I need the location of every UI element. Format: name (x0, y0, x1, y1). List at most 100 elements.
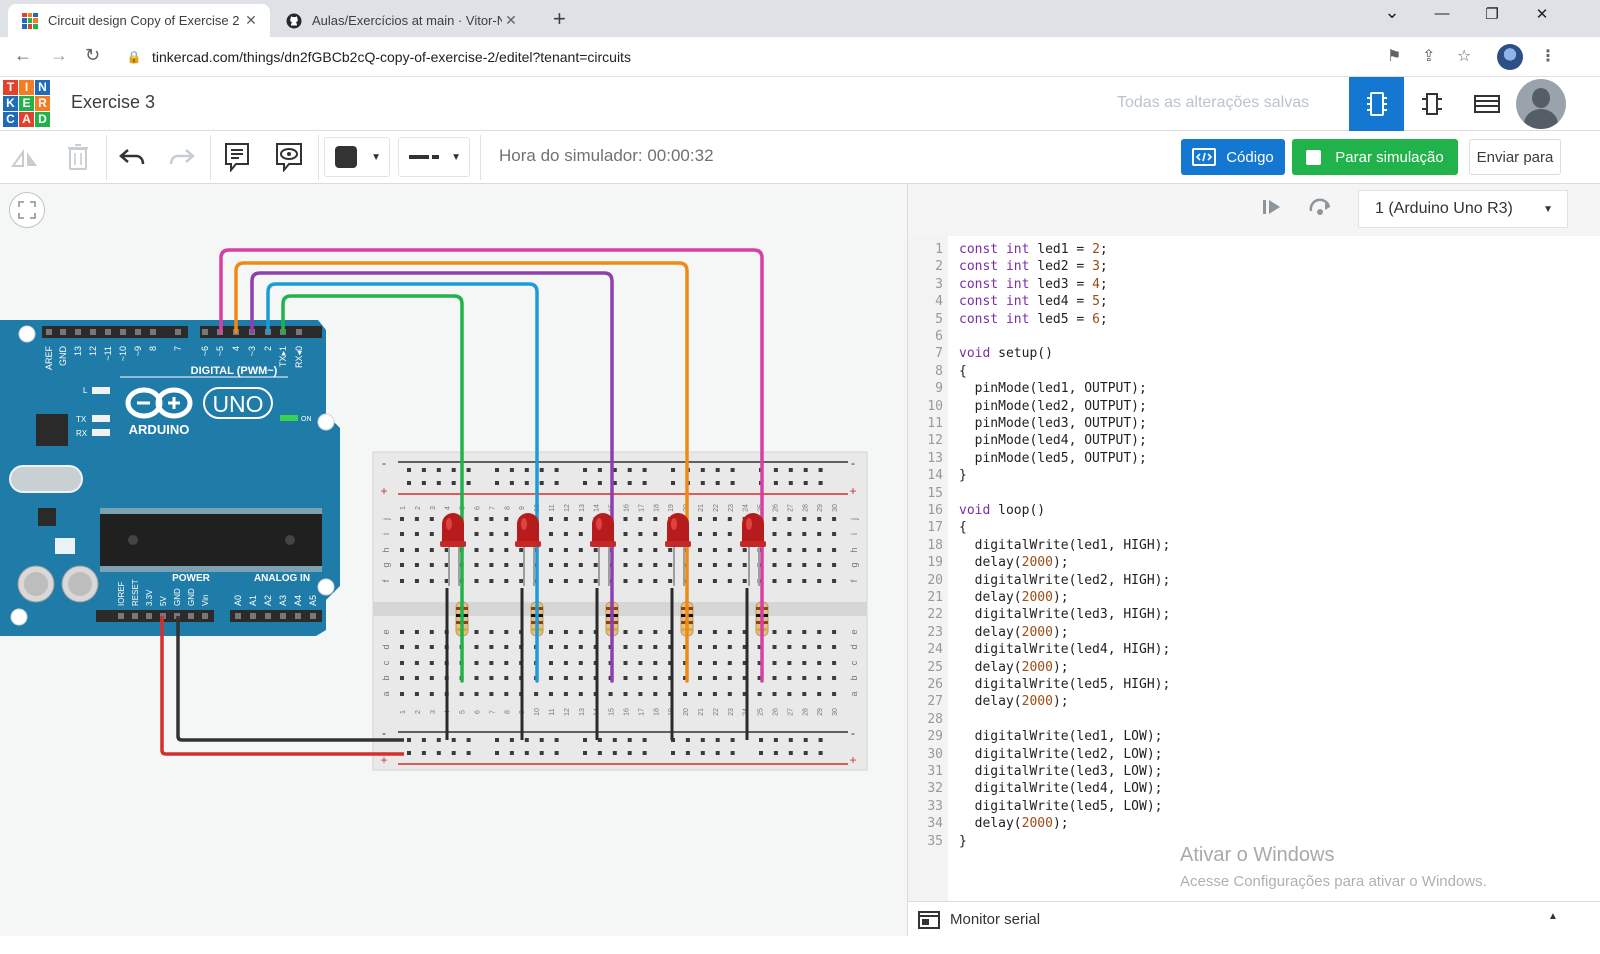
schematic-view-button[interactable] (1404, 77, 1459, 131)
profile-avatar[interactable] (1497, 44, 1523, 70)
share-icon[interactable]: ⇪ (1422, 46, 1435, 66)
code-line[interactable]: 20 digitalWrite(led2, HIGH); (908, 572, 1600, 589)
code-line[interactable]: 33 digitalWrite(led5, LOW); (908, 798, 1600, 815)
code-line[interactable]: 27 delay(2000); (908, 693, 1600, 710)
code-line[interactable]: 19 delay(2000); (908, 554, 1600, 571)
code-line[interactable]: 11 pinMode(led3, OUTPUT); (908, 415, 1600, 432)
step-forward-icon[interactable] (1262, 198, 1282, 221)
code-line[interactable]: 16 void loop() (908, 502, 1600, 519)
notes-visibility-button[interactable] (272, 141, 306, 173)
new-tab-button[interactable]: + (553, 6, 566, 32)
header-pin[interactable] (132, 613, 138, 619)
user-avatar[interactable] (1516, 79, 1566, 129)
code-line[interactable]: 15 (908, 485, 1600, 502)
circuit-view-button[interactable] (1349, 77, 1404, 131)
undo-button[interactable] (115, 141, 149, 173)
header-pin[interactable] (60, 329, 66, 335)
notes-button[interactable] (220, 141, 254, 173)
code-line[interactable]: 34 delay(2000); (908, 815, 1600, 832)
forward-arrow-icon[interactable]: → (50, 45, 68, 66)
header-pin[interactable] (118, 613, 124, 619)
header-pin[interactable] (280, 613, 286, 619)
header-pin[interactable] (188, 613, 194, 619)
header-pin[interactable] (202, 329, 208, 335)
code-line[interactable]: 6 (908, 328, 1600, 345)
device-selector[interactable]: 1 (Arduino Uno R3) ▼ (1358, 190, 1568, 228)
header-pin[interactable] (146, 613, 152, 619)
header-pin[interactable] (120, 329, 126, 335)
code-line[interactable]: 23 delay(2000); (908, 624, 1600, 641)
reload-icon[interactable]: ↻ (85, 45, 100, 66)
code-line[interactable]: 18 digitalWrite(led1, HIGH); (908, 537, 1600, 554)
header-pin[interactable] (150, 329, 156, 335)
header-pin[interactable] (296, 329, 302, 335)
code-line[interactable]: 14} (908, 467, 1600, 484)
code-line[interactable]: 4 const int led4 = 5; (908, 293, 1600, 310)
header-pin[interactable] (46, 329, 52, 335)
code-button[interactable]: Código (1181, 139, 1285, 175)
tab-close-icon[interactable]: ✕ (502, 12, 520, 29)
header-pin[interactable] (250, 613, 256, 619)
debugger-icon[interactable] (1308, 197, 1332, 222)
code-line[interactable]: 24 digitalWrite(led4, HIGH); (908, 641, 1600, 658)
code-line[interactable]: 25 delay(2000); (908, 659, 1600, 676)
tab-search-button[interactable]: ⌄ (1369, 2, 1415, 23)
header-pin[interactable] (75, 329, 81, 335)
header-pin[interactable] (175, 329, 181, 335)
rotate-button[interactable] (8, 141, 42, 173)
header-pin[interactable] (202, 613, 208, 619)
header-pin[interactable] (105, 329, 111, 335)
tab-tinkercad[interactable]: Circuit design Copy of Exercise 2 | Tink… (8, 4, 270, 37)
url-field[interactable]: 🔒 tinkercad.com/things/dn2fGBCb2cQ-copy-… (122, 42, 1392, 72)
code-line[interactable]: 21 delay(2000); (908, 589, 1600, 606)
header-pin[interactable] (235, 613, 241, 619)
tinkercad-logo[interactable]: TIN KER CAD (3, 80, 51, 128)
tab-github[interactable]: Aulas/Exercícios at main · Vitor-N ✕ (272, 4, 530, 37)
code-line[interactable]: 28 (908, 711, 1600, 728)
delete-button[interactable] (61, 141, 95, 173)
chevron-up-icon[interactable]: ▲ (1548, 911, 1558, 922)
redo-button[interactable] (165, 141, 199, 173)
code-line[interactable]: 10 pinMode(led2, OUTPUT); (908, 398, 1600, 415)
header-pin[interactable] (265, 613, 271, 619)
code-line[interactable]: 9 pinMode(led1, OUTPUT); (908, 380, 1600, 397)
code-line[interactable]: 32 digitalWrite(led4, LOW); (908, 780, 1600, 797)
project-title[interactable]: Exercise 3 (71, 92, 155, 113)
component-list-button[interactable] (1459, 77, 1514, 131)
tab-close-icon[interactable]: ✕ (242, 12, 260, 29)
restore-button[interactable]: ❐ (1469, 5, 1515, 23)
code-line[interactable]: 1 const int led1 = 2; (908, 241, 1600, 258)
code-line[interactable]: 8{ (908, 363, 1600, 380)
close-window-button[interactable]: ✕ (1519, 5, 1565, 23)
code-line[interactable]: 17 { (908, 519, 1600, 536)
code-line[interactable]: 5 const int led5 = 6; (908, 311, 1600, 328)
translate-icon[interactable]: ⚑ (1387, 46, 1401, 66)
bookmark-star-icon[interactable]: ☆ (1457, 46, 1471, 66)
menu-kebab-icon[interactable]: ⋮ (1540, 46, 1556, 66)
circuit-canvas[interactable]: UNO ARDUINO DIGITAL (PWM~) ON L TX RX PO… (0, 184, 907, 936)
code-line[interactable]: 29 digitalWrite(led1, LOW); (908, 728, 1600, 745)
code-line[interactable]: 3 const int led3 = 4; (908, 276, 1600, 293)
arduino-uno-board[interactable]: UNO ARDUINO DIGITAL (PWM~) ON L TX RX PO… (0, 320, 340, 636)
code-editor[interactable]: 1 const int led1 = 2; 2 const int led2 = 3;… (908, 236, 1600, 901)
code-line[interactable]: 2 const int led2 = 3; (908, 258, 1600, 275)
code-line[interactable]: 31 digitalWrite(led3, LOW); (908, 763, 1600, 780)
header-pin[interactable] (295, 613, 301, 619)
code-line[interactable]: 7 void setup() (908, 345, 1600, 362)
code-line[interactable]: 30 digitalWrite(led2, LOW); (908, 746, 1600, 763)
serial-monitor-bar[interactable]: Monitor serial ▲ (908, 901, 1600, 936)
header-pin[interactable] (90, 329, 96, 335)
send-to-button[interactable]: Enviar para (1469, 139, 1561, 175)
minimize-button[interactable]: — (1419, 5, 1465, 22)
code-line[interactable]: 13 pinMode(led5, OUTPUT); (908, 450, 1600, 467)
code-line[interactable]: 26 digitalWrite(led5, HIGH); (908, 676, 1600, 693)
header-pin[interactable] (135, 329, 141, 335)
wire-color-dropdown[interactable]: ▼ (324, 137, 390, 177)
header-pin[interactable] (310, 613, 316, 619)
code-line[interactable]: 22 digitalWrite(led3, HIGH); (908, 606, 1600, 623)
power-wires[interactable] (160, 616, 404, 756)
wire-type-dropdown[interactable]: ▼ (398, 137, 470, 177)
code-line[interactable]: 12 pinMode(led4, OUTPUT); (908, 432, 1600, 449)
stop-simulation-button[interactable]: Parar simulação (1292, 139, 1458, 175)
back-arrow-icon[interactable]: ← (14, 45, 32, 66)
